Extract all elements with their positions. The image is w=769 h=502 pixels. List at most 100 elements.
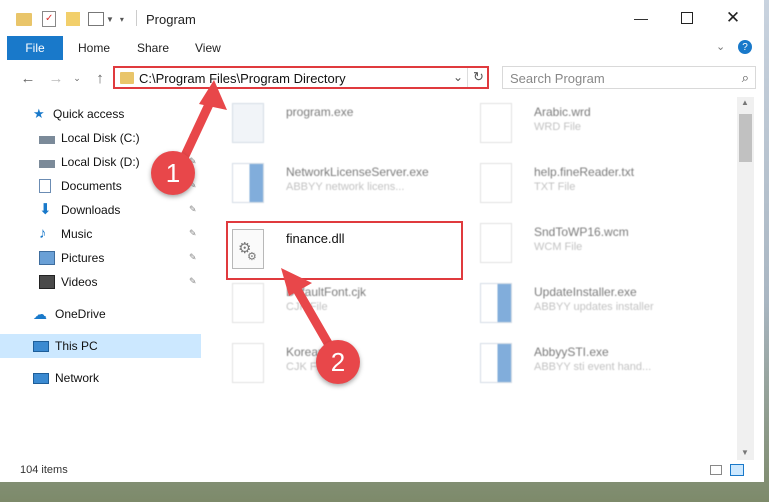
drive-icon [39,136,55,144]
exe-icon [232,103,264,143]
file-name: DefaultFont.cjk [286,285,367,299]
nav-label: Local Disk (C:) [61,131,140,145]
tiles-view-icon[interactable] [730,464,744,476]
file-description: ABBYY updates installer [534,301,654,313]
status-bar: 104 items [0,460,764,482]
nav-label: Pictures [61,251,105,265]
pin-icon[interactable]: ✎ [189,253,197,262]
document-icon [480,103,512,143]
file-name: Arabic.wrd [534,105,591,119]
address-path[interactable]: C:\Program Files\Program Directory [139,71,346,86]
title-separator [136,10,137,26]
music-icon: ♪ [39,225,47,242]
pin-icon[interactable]: ✎ [189,277,197,286]
pin-icon[interactable]: ✎ [189,229,197,238]
recent-locations-button[interactable]: ⌄ [67,68,87,88]
document-icon [39,179,51,193]
file-description: ABBYY network licens... [286,181,405,193]
close-icon: ✕ [725,8,741,27]
file-item[interactable]: Arabic.wrd WRD File [476,97,716,149]
pin-icon[interactable]: ✎ [189,205,197,214]
nav-onedrive[interactable]: ☁ OneDrive [0,302,201,326]
address-separator [467,68,468,87]
back-button[interactable]: ← [18,68,38,88]
document-icon [232,283,264,323]
quick-access-toolbar: ✓ ▼ ▾ [16,9,124,29]
refresh-icon[interactable]: ↻ [473,69,484,85]
ribbon: File Home Share View ⌄ ? [0,36,764,60]
folder-icon[interactable] [16,12,32,26]
document-icon [232,343,264,383]
help-icon[interactable]: ? [738,40,752,54]
scrollbar-thumb[interactable] [739,114,752,162]
nav-music[interactable]: ♪ Music ✎ [0,222,201,246]
selected-file-highlight [226,221,463,280]
file-name: help.fineReader.txt [534,165,635,179]
nav-pictures[interactable]: Pictures ✎ [0,246,201,270]
search-box[interactable]: Search Program ⌕ [502,66,756,89]
file-item[interactable]: program.exe [228,97,468,149]
nav-network[interactable]: Network [0,366,201,390]
nav-local-disk-c[interactable]: Local Disk (C:) ✎ [0,126,201,150]
view-options-icon[interactable] [88,12,104,26]
tab-share[interactable]: Share [137,36,169,60]
nav-quick-access[interactable]: ★ Quick access [0,102,201,126]
file-item[interactable]: AbbyySTI.exe ABBYY sti event hand... [476,337,716,389]
address-bar[interactable]: C:\Program Files\Program Directory ⌄ ↻ [113,66,489,89]
maximize-button[interactable] [664,0,710,36]
nav-videos[interactable]: Videos ✎ [0,270,201,294]
chevron-down-icon[interactable]: ▼ [106,15,114,24]
forward-button[interactable]: → [46,68,66,88]
tab-home[interactable]: Home [78,36,110,60]
scroll-down-icon[interactable]: ▼ [741,448,749,457]
nav-label: Local Disk (D:) [61,155,140,169]
search-placeholder: Search Program [510,71,605,86]
chevron-down-icon: ⌄ [73,72,81,83]
nav-label: Videos [61,275,98,289]
pictures-icon [39,251,55,265]
title-bar: ✓ ▼ ▾ Program — ✕ [0,0,764,36]
nav-label: Network [55,371,100,385]
explorer-window: ✓ ▼ ▾ Program — ✕ File Home Share View ⌄… [0,0,764,482]
minimize-button[interactable]: — [618,0,664,36]
nav-label: Downloads [61,203,121,217]
tab-view[interactable]: View [195,36,221,60]
pin-icon[interactable]: ✎ [189,133,197,142]
search-icon: ⌕ [741,70,749,85]
tab-file[interactable]: File [7,36,63,60]
document-icon [480,223,512,263]
videos-icon [39,275,55,289]
file-item[interactable]: NetworkLicenseServer.exe ABBYY network l… [228,157,468,209]
address-dropdown-icon[interactable]: ⌄ [453,70,463,84]
file-item[interactable]: DefaultFont.cjk CJK File [228,277,468,329]
file-name: UpdateInstaller.exe [534,285,637,299]
forward-arrow-icon: → [48,69,64,87]
file-name: NetworkLicenseServer.exe [286,165,429,179]
cloud-icon: ☁ [33,306,47,322]
file-description: WRD File [534,121,582,133]
nav-downloads[interactable]: ⬇ Downloads ✎ [0,198,201,222]
customize-qat-icon[interactable]: ▾ [120,15,124,24]
new-folder-icon[interactable] [66,12,80,26]
file-item[interactable]: help.fineReader.txt TXT File [476,157,716,209]
up-button[interactable]: ↑ [90,68,110,88]
file-description: ABBYY sti event hand... [534,361,652,373]
file-name: AbbyySTI.exe [534,345,609,359]
file-item[interactable]: SndToWP16.wcm WCM File [476,217,716,269]
network-icon [33,372,49,384]
vertical-scrollbar[interactable]: ▲ ▼ [737,97,754,460]
close-button[interactable]: ✕ [710,0,756,36]
download-icon: ⬇ [39,201,52,218]
details-view-icon[interactable] [710,465,722,475]
app-window-icon [232,163,264,203]
file-description: CJK File [286,301,328,313]
app-window-icon [480,283,512,323]
expand-ribbon-icon[interactable]: ⌄ [716,40,725,53]
star-icon: ★ [33,106,45,121]
nav-this-pc[interactable]: This PC [0,334,201,358]
nav-label: Quick access [53,107,125,121]
annotation-badge-2: 2 [316,340,360,384]
file-item[interactable]: UpdateInstaller.exe ABBYY updates instal… [476,277,716,329]
scroll-up-icon[interactable]: ▲ [741,98,749,107]
properties-icon[interactable]: ✓ [42,11,56,27]
